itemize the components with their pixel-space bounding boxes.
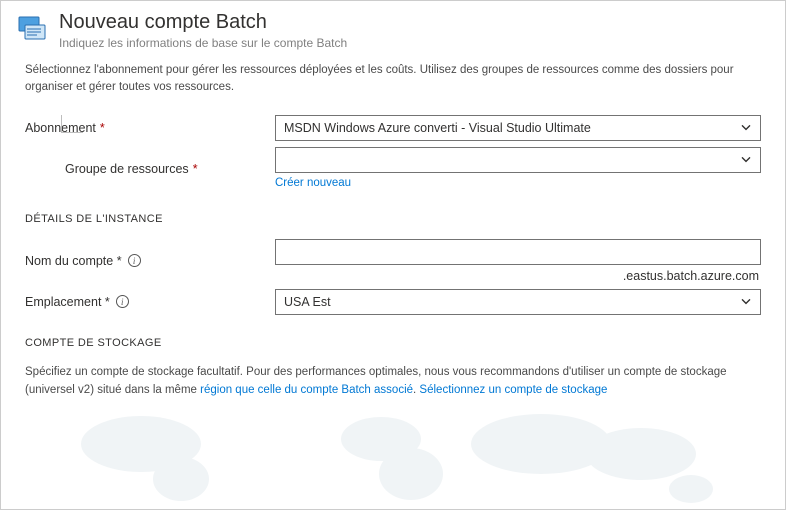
chevron-down-icon (740, 153, 752, 165)
page-title: Nouveau compte Batch (59, 11, 347, 34)
section-storage-account: COMPTE DE STOCKAGE (25, 337, 761, 349)
create-new-link[interactable]: Créer nouveau (275, 177, 351, 189)
subscription-dropdown[interactable]: MSDN Windows Azure converti - Visual Stu… (275, 115, 761, 141)
info-icon[interactable]: i (116, 295, 129, 308)
info-icon[interactable]: i (128, 254, 141, 267)
row-account-name: Nom du compte * i .eastus.batch.azure.co… (25, 239, 761, 283)
batch-service-icon (17, 13, 49, 45)
required-asterisk: * (100, 121, 105, 135)
required-asterisk: * (193, 162, 198, 176)
chevron-down-icon (740, 121, 752, 133)
label-location: Emplacement * i (25, 295, 275, 309)
page-header: Nouveau compte Batch Indiquez les inform… (1, 1, 785, 56)
resource-group-dropdown[interactable] (275, 147, 761, 173)
row-subscription: Abonnement * MSDN Windows Azure converti… (25, 115, 761, 141)
account-name-input[interactable] (275, 239, 761, 265)
tree-connector (61, 115, 83, 133)
section-instance-details: DÉTAILS DE L'INSTANCE (25, 213, 761, 225)
location-dropdown[interactable]: USA Est (275, 289, 761, 315)
storage-region-link[interactable]: région que celle du compte Batch associé (200, 384, 413, 396)
account-name-suffix: .eastus.batch.azure.com (275, 269, 761, 283)
page-subtitle: Indiquez les informations de base sur le… (59, 36, 347, 50)
label-resource-group: Groupe de ressources * (25, 162, 275, 176)
intro-text: Sélectionnez l'abonnement pour gérer les… (25, 62, 761, 97)
row-location: Emplacement * i USA Est (25, 289, 761, 315)
row-resource-group: Groupe de ressources * Créer nouveau (25, 147, 761, 191)
select-storage-link[interactable]: Sélectionnez un compte de stockage (419, 384, 607, 396)
label-account-name: Nom du compte * i (25, 254, 275, 268)
storage-description: Spécifiez un compte de stockage facultat… (25, 363, 761, 400)
world-map-decoration (1, 399, 786, 509)
chevron-down-icon (740, 295, 752, 307)
